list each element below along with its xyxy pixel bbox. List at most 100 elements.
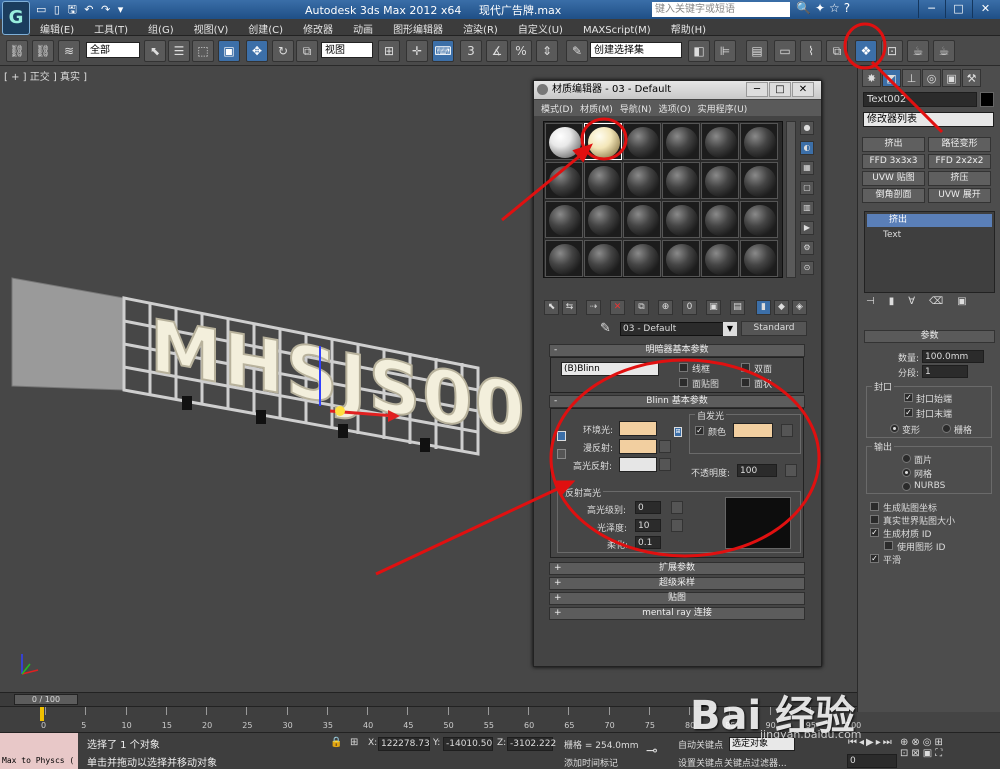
me-maximize-button[interactable]: □	[769, 82, 791, 97]
maps-rollout[interactable]: + 贴图	[549, 592, 805, 605]
curve-editor-icon[interactable]: ⌇	[800, 40, 822, 62]
specular-color-swatch[interactable]	[619, 457, 657, 472]
select-rotate-icon[interactable]: ↻	[272, 40, 294, 62]
sample-type-icon[interactable]: ●	[800, 121, 814, 135]
me-close-button[interactable]: ✕	[792, 82, 814, 97]
sample-slot[interactable]	[584, 201, 622, 238]
unlink-icon[interactable]: ⛓	[32, 40, 54, 62]
smooth-checkbox[interactable]: ✓	[870, 554, 879, 563]
named-selection-dropdown[interactable]: 创建选择集	[590, 42, 682, 58]
menu-customize[interactable]: 自定义(U)	[508, 19, 573, 36]
select-by-name-icon[interactable]: ☰	[168, 40, 190, 62]
backlight-icon[interactable]: ◐	[800, 141, 814, 155]
selection-lock-icon[interactable]: 🔒	[330, 737, 342, 748]
viewport-nav-controls[interactable]: ⊕⊗◎⊞ ⊡⊠▣⛶	[900, 737, 996, 759]
two-sided-checkbox[interactable]	[741, 363, 750, 372]
schematic-view-icon[interactable]: ⧉	[826, 40, 848, 62]
link-icon[interactable]: ⛓	[6, 40, 28, 62]
ambient-color-swatch[interactable]	[619, 421, 657, 436]
modifier-stack[interactable]: 挤出 Text	[864, 211, 995, 293]
mod-ffd333-button[interactable]: FFD 3x3x3	[862, 154, 925, 169]
sample-slot[interactable]	[584, 240, 622, 277]
edit-named-selection-icon[interactable]: ✎	[566, 40, 588, 62]
set-key-button[interactable]: 设置关键点	[678, 756, 723, 769]
segments-spinner[interactable]: 1	[922, 365, 968, 378]
menu-group[interactable]: 组(G)	[138, 19, 184, 36]
sample-slot[interactable]	[740, 162, 778, 199]
rendered-frame-icon[interactable]: ☕	[907, 40, 929, 62]
sample-slot[interactable]	[662, 201, 700, 238]
sample-slot[interactable]	[623, 201, 661, 238]
sample-slots-scrollbar[interactable]	[786, 121, 796, 278]
stack-item-extrude[interactable]: 挤出	[867, 214, 992, 227]
create-tab-icon[interactable]: ✸	[862, 69, 881, 87]
cap-end-checkbox[interactable]: ✓	[904, 408, 913, 417]
sample-slot[interactable]	[740, 201, 778, 238]
make-unique-icon[interactable]: ⧉	[634, 300, 649, 315]
glossiness-map-button[interactable]	[671, 519, 683, 532]
bind-space-warp-icon[interactable]: ≋	[58, 40, 80, 62]
me-menu-navigation[interactable]: 导航(N)	[613, 100, 652, 115]
modify-tab-icon[interactable]: ◩	[882, 69, 901, 87]
show-map-icon[interactable]: ▣	[706, 300, 721, 315]
angle-snap-icon[interactable]: ∡	[486, 40, 508, 62]
reset-map-icon[interactable]: ✕	[610, 300, 625, 315]
rect-selection-icon[interactable]: ⬚	[192, 40, 214, 62]
x-coord-field[interactable]: 122278.73	[378, 737, 430, 751]
lock-diffuse-specular-icon[interactable]	[557, 449, 566, 459]
sample-slot[interactable]	[584, 162, 622, 199]
sample-slot[interactable]	[545, 162, 583, 199]
stack-tools-icons[interactable]: ⊣▮∀⌫▣	[866, 296, 994, 310]
glossiness-spinner[interactable]: 10	[635, 519, 661, 532]
absolute-mode-icon[interactable]: ⊞	[350, 737, 358, 748]
sample-slot[interactable]	[701, 162, 739, 199]
me-menu-utilities[interactable]: 实用程序(U)	[691, 100, 748, 115]
uv-tiling-icon[interactable]: ▢	[800, 181, 814, 195]
nurbs-radio[interactable]	[902, 482, 911, 491]
time-cursor[interactable]	[40, 707, 44, 721]
shader-basic-params-rollout[interactable]: - 明暗器基本参数	[549, 344, 805, 357]
gen-map-coords-checkbox[interactable]	[870, 502, 879, 511]
material-editor-titlebar[interactable]: 材质编辑器 - 03 - Default ─ □ ✕	[534, 81, 821, 99]
sample-slot[interactable]	[623, 123, 661, 160]
close-button[interactable]: ✕	[972, 0, 998, 18]
maximize-button[interactable]: □	[945, 0, 971, 18]
supersampling-rollout[interactable]: + 超级采样	[549, 577, 805, 590]
show-end-result-icon[interactable]: ▤	[730, 300, 745, 315]
snaps-toggle-icon[interactable]: 3	[460, 40, 482, 62]
render-setup-icon[interactable]: ⊡	[881, 40, 903, 62]
utilities-tab-icon[interactable]: ⚒	[962, 69, 981, 87]
keyboard-shortcut-icon[interactable]: ⌨	[432, 40, 454, 62]
sample-slot[interactable]	[740, 123, 778, 160]
stack-item-text[interactable]: Text	[865, 229, 994, 241]
patch-radio[interactable]	[902, 454, 911, 463]
display-tab-icon[interactable]: ▣	[942, 69, 961, 87]
morph-radio[interactable]	[890, 424, 899, 433]
quick-access-toolbar[interactable]: ▭ ▯ 🖫 ↶ ↷ ▾	[36, 1, 125, 20]
sample-slot[interactable]	[740, 240, 778, 277]
make-preview-icon[interactable]: ▶	[800, 221, 814, 235]
self-illum-color-checkbox[interactable]: ✓	[695, 426, 704, 435]
blinn-basic-params-rollout[interactable]: - Blinn 基本参数	[549, 395, 805, 408]
material-map-navigator-icon[interactable]: ◈	[792, 300, 807, 315]
select-scale-icon[interactable]: ⧉	[296, 40, 318, 62]
z-coord-field[interactable]: -3102.222	[507, 737, 556, 751]
mod-extrude-button[interactable]: 挤出	[862, 137, 925, 152]
lock-ambient-diffuse-icon[interactable]	[557, 431, 566, 441]
percent-snap-icon[interactable]: %	[510, 40, 532, 62]
sample-slot[interactable]	[701, 201, 739, 238]
sample-slot[interactable]	[623, 162, 661, 199]
sample-slot[interactable]	[662, 240, 700, 277]
video-color-check-icon[interactable]: ▥	[800, 201, 814, 215]
self-illum-map-button[interactable]	[781, 424, 793, 437]
amount-spinner[interactable]: 100.0mm	[922, 350, 984, 363]
cap-start-checkbox[interactable]: ✓	[904, 393, 913, 402]
mod-squeeze-button[interactable]: 挤压	[928, 171, 991, 186]
sample-slot[interactable]	[545, 123, 583, 160]
mod-bevel-profile-button[interactable]: 倒角剖面	[862, 188, 925, 203]
material-type-button[interactable]: Standard	[741, 321, 807, 336]
me-minimize-button[interactable]: ─	[746, 82, 768, 97]
sample-slot[interactable]	[662, 162, 700, 199]
menu-rendering[interactable]: 渲染(R)	[453, 19, 508, 36]
app-logo-icon[interactable]: G	[2, 1, 30, 35]
